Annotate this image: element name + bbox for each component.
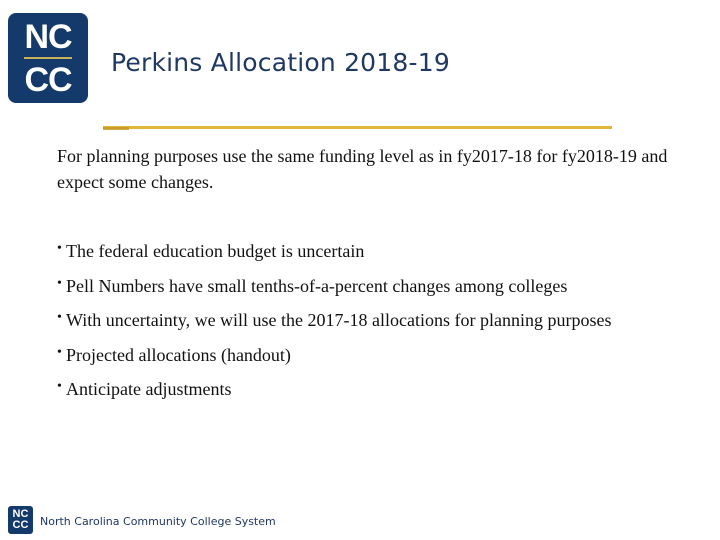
bullet-icon: •	[57, 275, 62, 291]
footer-logo-line-2: CC	[12, 519, 29, 531]
title-underline-accent	[103, 127, 129, 130]
logo-line-2: CC	[24, 60, 72, 99]
bullet-text: Projected allocations (handout)	[66, 344, 291, 365]
logo-divider	[24, 56, 72, 59]
bullet-icon: •	[57, 344, 62, 360]
bullet-list: • The federal education budget is uncert…	[57, 234, 707, 407]
bullet-text: Pell Numbers have small tenths-of-a-perc…	[66, 275, 568, 296]
bullet-text: With uncertainty, we will use the 2017-1…	[66, 310, 612, 330]
bullet-item: • Projected allocations (handout)	[57, 338, 707, 373]
bullet-item: • Anticipate adjustments	[57, 372, 707, 407]
nccc-logo: NC CC	[8, 13, 88, 103]
bullet-text: Anticipate adjustments	[66, 379, 232, 399]
footer-nccc-logo: NC CC	[8, 506, 33, 534]
bullet-item: • Pell Numbers have small tenths-of-a-pe…	[57, 269, 707, 304]
bullet-icon: •	[57, 310, 62, 325]
footer-organization-name: North Carolina Community College System	[40, 515, 276, 528]
intro-paragraph: For planning purposes use the same fundi…	[57, 146, 668, 192]
bullet-icon: •	[57, 241, 62, 256]
bullet-text: The federal education budget is uncertai…	[66, 241, 365, 261]
title-underline	[103, 126, 612, 130]
bullet-icon: •	[57, 379, 62, 394]
slide-title: Perkins Allocation 2018-19	[111, 48, 450, 77]
logo-line-1: NC	[24, 17, 72, 56]
bullet-item: • With uncertainty, we will use the 2017…	[57, 303, 707, 338]
bullet-item: • The federal education budget is uncert…	[57, 234, 707, 269]
